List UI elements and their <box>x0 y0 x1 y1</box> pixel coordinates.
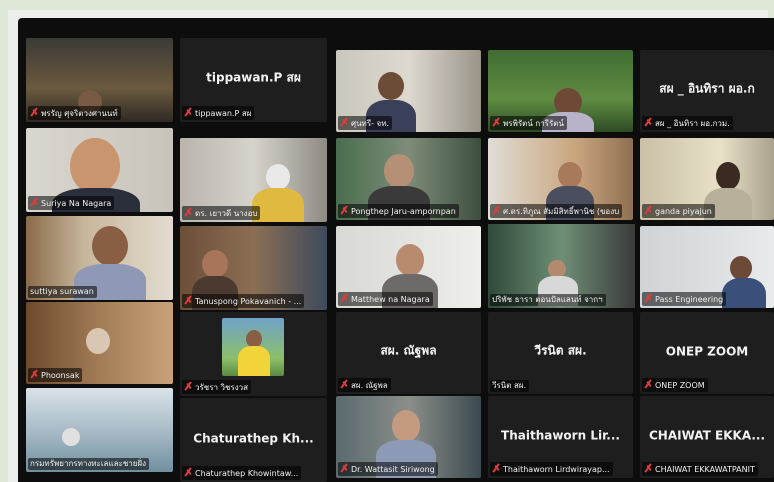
participant-name: Tanuspong Pokavanich - ... <box>182 294 305 308</box>
participant-tile[interactable]: Chaturathep Kh... Chaturathep Khowintaw.… <box>180 398 327 482</box>
muted-mic-icon <box>340 293 348 303</box>
participant-display-name: tippawan.P สผ <box>206 70 301 85</box>
participant-name: Pass Engineering <box>642 292 727 306</box>
muted-mic-icon <box>184 467 192 477</box>
participant-tile[interactable]: Pass Engineering <box>640 226 774 308</box>
participant-name: Chaturathep Khowintaw... <box>182 466 302 480</box>
participant-display-name: Thaithaworn Lir... <box>501 428 620 443</box>
muted-mic-icon <box>340 463 348 473</box>
participant-tile-active-speaker[interactable]: ปริพัช ธารา ตอนปัลแลนท์ จากฯ <box>488 224 635 308</box>
muted-mic-icon <box>492 463 500 473</box>
zoom-gallery-view: พรรัญ ศุจริตวงศานนท์ tippawan.P สผ tippa… <box>18 18 774 482</box>
participant-tile[interactable]: สผ. ณัฐพล สผ. ณัฐพล <box>336 312 481 394</box>
participant-tile[interactable]: พรรัญ ศุจริตวงศานนท์ <box>26 38 173 122</box>
participant-name: ดร. เยาวดี นางอบ <box>182 206 261 220</box>
muted-mic-icon <box>30 107 38 117</box>
participant-name: Thaithaworn Lirdwirayap... <box>490 462 613 476</box>
muted-mic-icon <box>492 117 500 127</box>
participant-name: สผ _ อินทิรา ผอ.กวม. <box>642 116 733 130</box>
participant-name: ONEP ZOOM <box>642 378 708 392</box>
muted-mic-icon <box>184 381 192 391</box>
participant-display-name: Chaturathep Kh... <box>193 431 314 446</box>
participant-tile[interactable]: วรัชรา วิชรงวส <box>180 312 327 396</box>
muted-mic-icon <box>644 463 652 473</box>
muted-mic-icon <box>30 197 38 207</box>
muted-mic-icon <box>492 205 500 215</box>
participant-tile[interactable]: Thaithaworn Lir... Thaithaworn Lirdwiray… <box>488 396 633 478</box>
muted-mic-icon <box>340 117 348 127</box>
muted-mic-icon <box>644 117 652 127</box>
participant-tile[interactable]: CHAIWAT EKKA... CHAIWAT EKKAWATPANIT <box>640 396 774 478</box>
muted-mic-icon <box>644 293 652 303</box>
participant-display-name: สผ. ณัฐพล <box>380 343 437 358</box>
participant-tile[interactable]: ดร. เยาวดี นางอบ <box>180 138 327 222</box>
muted-mic-icon <box>184 207 192 217</box>
participant-display-name: สผ _ อินทิรา ผอ.ก <box>659 81 755 96</box>
muted-mic-icon <box>644 379 652 389</box>
muted-mic-icon <box>184 107 192 117</box>
participant-tile[interactable]: สผ _ อินทิรา ผอ.ก สผ _ อินทิรา ผอ.กวม. <box>640 50 774 132</box>
participant-tile[interactable]: พรพิรัตน์ การีรัตน์ <box>488 50 633 132</box>
participant-tile[interactable]: ศ.ดร.ทิภูณ สัมมิสิทธิ์พานิช (ของบ <box>488 138 633 220</box>
participant-display-name: วีรนิต สผ. <box>534 343 587 358</box>
participant-name: CHAIWAT EKKAWATPANIT <box>642 462 758 476</box>
participant-name: tippawan.P สผ <box>182 106 255 120</box>
participant-tile[interactable]: tippawan.P สผ tippawan.P สผ <box>180 38 327 122</box>
participant-name: Suriya Na Nagara <box>28 196 115 210</box>
participant-tile[interactable]: ศุนทรี- จท. <box>336 50 481 132</box>
participant-name: Phoonsak <box>28 368 83 382</box>
muted-mic-icon <box>644 205 652 215</box>
participant-name: วีรนิต สผ. <box>490 380 530 392</box>
muted-mic-icon <box>30 369 38 379</box>
participant-tile[interactable]: ganda piyajun <box>640 138 774 220</box>
participant-tile[interactable]: Phoonsak <box>26 302 173 384</box>
muted-mic-icon <box>184 295 192 305</box>
participant-name: Pongthep Jaru-ampornpan <box>338 204 459 218</box>
participant-tile[interactable]: Pongthep Jaru-ampornpan <box>336 138 481 220</box>
participant-tile[interactable]: Matthew na Nagara <box>336 226 481 308</box>
muted-mic-icon <box>340 379 348 389</box>
participant-name: Matthew na Nagara <box>338 292 433 306</box>
participant-name: ศุนทรี- จท. <box>338 116 393 130</box>
participant-name: วรัชรา วิชรงวส <box>182 380 252 394</box>
participant-display-name: CHAIWAT EKKA... <box>649 428 765 443</box>
muted-mic-icon <box>340 205 348 215</box>
participant-display-name: ONEP ZOOM <box>665 344 749 359</box>
participant-name: suttiya surawan <box>28 286 97 298</box>
participant-tile[interactable]: วีรนิต สผ. วีรนิต สผ. <box>488 312 633 394</box>
participant-name: ปริพัช ธารา ตอนปัลแลนท์ จากฯ <box>490 294 606 306</box>
participant-name: พรพิรัตน์ การีรัตน์ <box>490 116 567 130</box>
participant-tile[interactable]: Suriya Na Nagara <box>26 128 173 212</box>
participant-name: ganda piyajun <box>642 204 715 218</box>
participant-tile[interactable]: ONEP ZOOM ONEP ZOOM <box>640 312 774 394</box>
participant-tile[interactable]: suttiya surawan <box>26 216 173 300</box>
participant-name: พรรัญ ศุจริตวงศานนท์ <box>28 106 121 120</box>
participant-tile[interactable]: Tanuspong Pokavanich - ... <box>180 226 327 310</box>
participant-name: สผ. ณัฐพล <box>338 378 391 392</box>
participant-tile[interactable]: Dr. Wattasit Siriwong <box>336 396 481 478</box>
participant-name: Dr. Wattasit Siriwong <box>338 462 438 476</box>
participant-tile[interactable]: กรมทรัพยากรทางทะเลและชายฝั่ง <box>26 388 173 472</box>
participant-name: กรมทรัพยากรทางทะเลและชายฝั่ง <box>28 458 150 470</box>
participant-name: ศ.ดร.ทิภูณ สัมมิสิทธิ์พานิช (ของบ <box>490 204 623 218</box>
